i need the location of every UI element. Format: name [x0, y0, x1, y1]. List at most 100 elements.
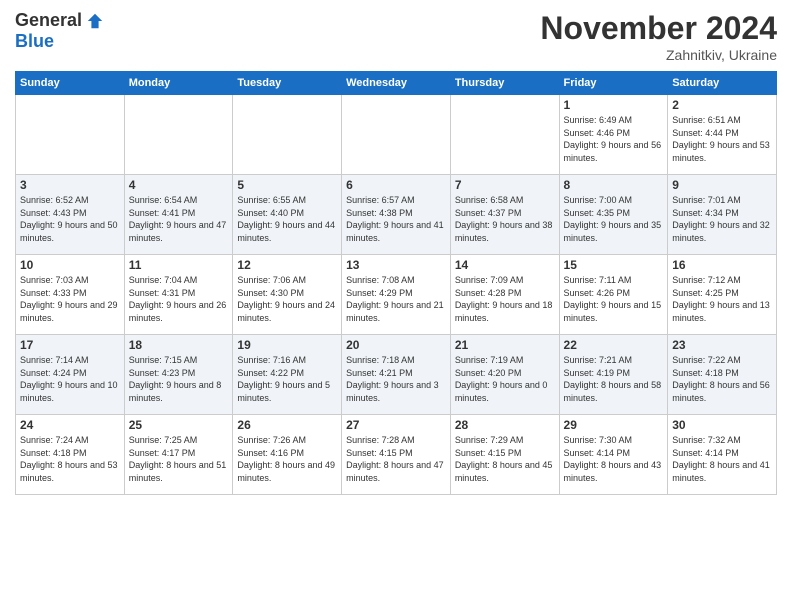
day-number: 9	[672, 178, 772, 192]
calendar-cell: 14 Sunrise: 7:09 AM Sunset: 4:28 PM Dayli…	[450, 255, 559, 335]
calendar-cell: 21 Sunrise: 7:19 AM Sunset: 4:20 PM Dayli…	[450, 335, 559, 415]
calendar-cell: 9Sunrise: 7:01 AM Sunset: 4:34 PM Daylig…	[668, 175, 777, 255]
day-number: 10	[20, 258, 120, 272]
calendar-cell	[450, 95, 559, 175]
day-number: 24	[20, 418, 120, 432]
calendar-cell: 20Sunrise: 7:18 AM Sunset: 4:21 PM Dayli…	[342, 335, 451, 415]
calendar-cell: 1 Sunrise: 6:49 AM Sunset: 4:46 PM Daylig…	[559, 95, 668, 175]
calendar-cell: 3 Sunrise: 6:52 AM Sunset: 4:43 PM Daylig…	[16, 175, 125, 255]
day-number: 17	[20, 338, 120, 352]
day-info: Sunrise: 7:25 AM Sunset: 4:17 PM Dayligh…	[129, 434, 229, 484]
day-info: Sunrise: 6:49 AM Sunset: 4:46 PM Dayligh…	[564, 114, 664, 164]
day-info: Sunrise: 7:08 AM Sunset: 4:29 PM Dayligh…	[346, 274, 446, 324]
calendar-week-row-3: 10 Sunrise: 7:03 AM Sunset: 4:33 PM Dayli…	[16, 255, 777, 335]
day-number: 22	[564, 338, 664, 352]
calendar-cell: 4 Sunrise: 6:54 AM Sunset: 4:41 PM Daylig…	[124, 175, 233, 255]
day-info: Sunrise: 7:03 AM Sunset: 4:33 PM Dayligh…	[20, 274, 120, 324]
header: General Blue November 2024 Zahnitkiv, Uk…	[15, 10, 777, 63]
calendar-cell: 22 Sunrise: 7:21 AM Sunset: 4:19 PM Dayli…	[559, 335, 668, 415]
day-number: 1	[564, 98, 664, 112]
calendar-cell: 12 Sunrise: 7:06 AM Sunset: 4:30 PM Dayli…	[233, 255, 342, 335]
day-info: Sunrise: 6:57 AM Sunset: 4:38 PM Dayligh…	[346, 194, 446, 244]
day-info: Sunrise: 7:09 AM Sunset: 4:28 PM Dayligh…	[455, 274, 555, 324]
day-number: 11	[129, 258, 229, 272]
day-info: Sunrise: 7:26 AM Sunset: 4:16 PM Dayligh…	[237, 434, 337, 484]
calendar: SundayMondayTuesdayWednesdayThursdayFrid…	[15, 71, 777, 495]
day-info: Sunrise: 7:29 AM Sunset: 4:15 PM Dayligh…	[455, 434, 555, 484]
calendar-header-saturday: Saturday	[668, 72, 777, 95]
day-number: 25	[129, 418, 229, 432]
day-number: 23	[672, 338, 772, 352]
calendar-cell: 30Sunrise: 7:32 AM Sunset: 4:14 PM Dayli…	[668, 415, 777, 495]
day-number: 19	[237, 338, 337, 352]
day-info: Sunrise: 7:11 AM Sunset: 4:26 PM Dayligh…	[564, 274, 664, 324]
day-info: Sunrise: 7:24 AM Sunset: 4:18 PM Dayligh…	[20, 434, 120, 484]
day-number: 28	[455, 418, 555, 432]
day-info: Sunrise: 7:06 AM Sunset: 4:30 PM Dayligh…	[237, 274, 337, 324]
calendar-cell: 29 Sunrise: 7:30 AM Sunset: 4:14 PM Dayli…	[559, 415, 668, 495]
day-number: 26	[237, 418, 337, 432]
calendar-cell: 26 Sunrise: 7:26 AM Sunset: 4:16 PM Dayli…	[233, 415, 342, 495]
day-number: 7	[455, 178, 555, 192]
page: General Blue November 2024 Zahnitkiv, Uk…	[0, 0, 792, 505]
calendar-week-row-1: 1 Sunrise: 6:49 AM Sunset: 4:46 PM Daylig…	[16, 95, 777, 175]
day-info: Sunrise: 6:52 AM Sunset: 4:43 PM Dayligh…	[20, 194, 120, 244]
day-number: 12	[237, 258, 337, 272]
day-info: Sunrise: 6:55 AM Sunset: 4:40 PM Dayligh…	[237, 194, 337, 244]
day-info: Sunrise: 7:16 AM Sunset: 4:22 PM Dayligh…	[237, 354, 337, 404]
calendar-cell: 13Sunrise: 7:08 AM Sunset: 4:29 PM Dayli…	[342, 255, 451, 335]
calendar-week-row-2: 3 Sunrise: 6:52 AM Sunset: 4:43 PM Daylig…	[16, 175, 777, 255]
calendar-cell: 11 Sunrise: 7:04 AM Sunset: 4:31 PM Dayli…	[124, 255, 233, 335]
logo-icon	[86, 12, 104, 30]
logo-blue-text: Blue	[15, 31, 54, 52]
logo: General Blue	[15, 10, 104, 52]
calendar-cell	[124, 95, 233, 175]
day-info: Sunrise: 6:51 AM Sunset: 4:44 PM Dayligh…	[672, 114, 772, 164]
calendar-cell: 18 Sunrise: 7:15 AM Sunset: 4:23 PM Dayli…	[124, 335, 233, 415]
day-info: Sunrise: 7:04 AM Sunset: 4:31 PM Dayligh…	[129, 274, 229, 324]
day-number: 6	[346, 178, 446, 192]
calendar-cell: 10 Sunrise: 7:03 AM Sunset: 4:33 PM Dayli…	[16, 255, 125, 335]
calendar-header-thursday: Thursday	[450, 72, 559, 95]
day-number: 2	[672, 98, 772, 112]
calendar-week-row-5: 24 Sunrise: 7:24 AM Sunset: 4:18 PM Dayli…	[16, 415, 777, 495]
day-info: Sunrise: 7:30 AM Sunset: 4:14 PM Dayligh…	[564, 434, 664, 484]
title-block: November 2024 Zahnitkiv, Ukraine	[540, 10, 777, 63]
day-number: 3	[20, 178, 120, 192]
calendar-cell: 24 Sunrise: 7:24 AM Sunset: 4:18 PM Dayli…	[16, 415, 125, 495]
calendar-cell: 28 Sunrise: 7:29 AM Sunset: 4:15 PM Dayli…	[450, 415, 559, 495]
month-title: November 2024	[540, 10, 777, 47]
calendar-header-friday: Friday	[559, 72, 668, 95]
day-number: 16	[672, 258, 772, 272]
day-number: 8	[564, 178, 664, 192]
day-info: Sunrise: 7:21 AM Sunset: 4:19 PM Dayligh…	[564, 354, 664, 404]
calendar-cell	[233, 95, 342, 175]
day-number: 4	[129, 178, 229, 192]
calendar-cell: 17 Sunrise: 7:14 AM Sunset: 4:24 PM Dayli…	[16, 335, 125, 415]
day-info: Sunrise: 7:28 AM Sunset: 4:15 PM Dayligh…	[346, 434, 446, 484]
calendar-cell	[342, 95, 451, 175]
calendar-cell: 23Sunrise: 7:22 AM Sunset: 4:18 PM Dayli…	[668, 335, 777, 415]
day-info: Sunrise: 6:54 AM Sunset: 4:41 PM Dayligh…	[129, 194, 229, 244]
day-number: 29	[564, 418, 664, 432]
calendar-cell: 5 Sunrise: 6:55 AM Sunset: 4:40 PM Daylig…	[233, 175, 342, 255]
day-info: Sunrise: 7:15 AM Sunset: 4:23 PM Dayligh…	[129, 354, 229, 404]
calendar-header-monday: Monday	[124, 72, 233, 95]
day-number: 5	[237, 178, 337, 192]
calendar-cell: 19 Sunrise: 7:16 AM Sunset: 4:22 PM Dayli…	[233, 335, 342, 415]
calendar-cell: 16 Sunrise: 7:12 AM Sunset: 4:25 PM Dayli…	[668, 255, 777, 335]
day-info: Sunrise: 7:19 AM Sunset: 4:20 PM Dayligh…	[455, 354, 555, 404]
day-number: 14	[455, 258, 555, 272]
calendar-cell: 6 Sunrise: 6:57 AM Sunset: 4:38 PM Daylig…	[342, 175, 451, 255]
day-number: 18	[129, 338, 229, 352]
location: Zahnitkiv, Ukraine	[540, 47, 777, 63]
day-number: 21	[455, 338, 555, 352]
day-info: Sunrise: 7:14 AM Sunset: 4:24 PM Dayligh…	[20, 354, 120, 404]
day-info: Sunrise: 7:12 AM Sunset: 4:25 PM Dayligh…	[672, 274, 772, 324]
day-number: 15	[564, 258, 664, 272]
logo-text: General	[15, 10, 104, 31]
calendar-cell: 8Sunrise: 7:00 AM Sunset: 4:35 PM Daylig…	[559, 175, 668, 255]
calendar-cell: 7Sunrise: 6:58 AM Sunset: 4:37 PM Daylig…	[450, 175, 559, 255]
logo-general-text: General	[15, 10, 82, 31]
calendar-cell: 25 Sunrise: 7:25 AM Sunset: 4:17 PM Dayli…	[124, 415, 233, 495]
